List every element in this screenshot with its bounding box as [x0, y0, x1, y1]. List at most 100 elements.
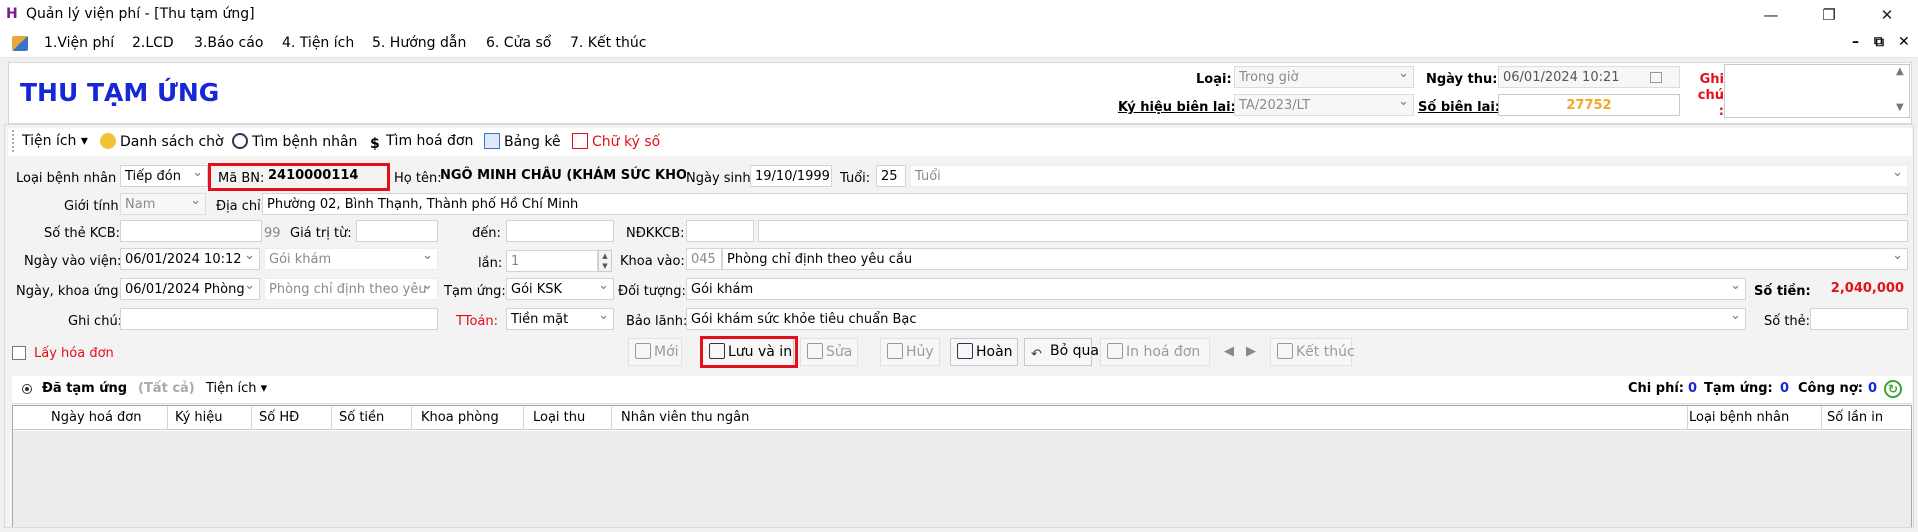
mdi-close-icon[interactable]: ✕ — [1898, 34, 1910, 50]
ghi-chu-input[interactable] — [120, 308, 438, 330]
ket-thuc-button[interactable]: Kết thúc — [1270, 338, 1355, 366]
dia-chi-label: Địa chỉ: — [216, 199, 266, 214]
mdi-restore-icon[interactable]: ⧉ — [1874, 34, 1884, 50]
ttoan-select[interactable]: Tiền mặt — [506, 308, 614, 330]
toolbar-tien-ich-label: Tiện ích — [22, 133, 77, 149]
da-tam-ung-tab[interactable]: Đã tạm ứng — [42, 381, 127, 396]
col-so-hd[interactable]: Số HĐ — [259, 410, 299, 425]
moi-button[interactable]: Mới — [628, 338, 682, 366]
cong-no-label: Công nợ: — [1798, 381, 1863, 396]
col-ngay-hoa-don[interactable]: Ngày hoá đơn — [51, 410, 142, 425]
ngay-sinh-input[interactable]: 19/10/1999 — [750, 165, 832, 187]
khoa-vao-select[interactable]: Phòng chỉ định theo yêu cầu — [722, 248, 1908, 270]
menu-cua-so[interactable]: 6. Cửa sổ — [486, 35, 551, 51]
bo-qua-label: Bỏ qua — [1050, 343, 1099, 359]
grid-tien-ich-label: Tiện ích — [206, 381, 257, 396]
menu-bao-cao[interactable]: 3.Báo cáo — [194, 35, 263, 51]
ma-bn-highlight — [208, 163, 390, 191]
ky-hieu-label: Ký hiệu biên lai: — [1118, 100, 1236, 115]
menu-bar: 1.Viện phí 2.LCD 3.Báo cáo 4. Tiện ích 5… — [0, 30, 1918, 58]
so-the-kcb-input[interactable] — [120, 220, 262, 242]
col-so-tien[interactable]: Số tiền — [339, 410, 384, 425]
col-divider — [167, 406, 168, 430]
khoa-vao-code[interactable]: 045 — [686, 248, 722, 270]
ghi-chu-label: Ghi chú: — [68, 314, 123, 329]
sua-button[interactable]: Sửa — [800, 338, 858, 366]
doi-tuong-label: Đối tượng: — [618, 284, 686, 299]
phong-select[interactable]: Phòng chỉ định theo yêu — [264, 278, 438, 300]
loai-bn-select[interactable]: Tiếp đón — [120, 165, 208, 187]
menu-tien-ich[interactable]: 4. Tiện ích — [282, 35, 354, 51]
close-icon[interactable]: ✕ — [1872, 4, 1902, 26]
bang-ke-button[interactable]: Bảng kê — [484, 133, 561, 150]
edit-icon — [807, 343, 823, 359]
col-so-lan-in[interactable]: Số lần in — [1827, 410, 1883, 425]
maximize-icon[interactable]: ❐ — [1814, 4, 1844, 26]
chu-ky-so-label: Chữ ký số — [592, 134, 661, 150]
col-ky-hieu[interactable]: Ký hiệu — [175, 410, 223, 425]
grid-tien-ich-menu[interactable]: Tiện ích ▾ — [206, 381, 267, 396]
gioi-tinh-select[interactable]: Nam — [120, 193, 206, 215]
lan-input[interactable]: 1 — [506, 250, 598, 272]
tim-benh-nhan-button[interactable]: Tìm bệnh nhân — [232, 133, 357, 150]
goi-kham-select[interactable]: Gói khám — [264, 248, 438, 270]
col-nhan-vien[interactable]: Nhân viên thu ngân — [621, 410, 749, 425]
so-the-input[interactable] — [1810, 308, 1908, 330]
minimize-icon[interactable]: — — [1756, 4, 1786, 26]
app-icon: H — [6, 6, 18, 22]
ngay-sinh-label: Ngày sinh: — [686, 171, 756, 186]
bao-lanh-select[interactable]: Gói khám sức khỏe tiêu chuẩn Bạc — [686, 308, 1746, 330]
tim-hoa-don-button[interactable]: $ Tìm hoá đơn — [370, 133, 473, 152]
menu-ket-thuc[interactable]: 7. Kết thúc — [570, 35, 646, 51]
huy-button[interactable]: Hủy — [880, 338, 940, 366]
refresh-icon[interactable]: ↻ — [1884, 380, 1902, 398]
dia-chi-input[interactable]: Phường 02, Bình Thạnh, Thành phố Hồ Chí … — [262, 193, 1908, 215]
col-divider — [251, 406, 252, 430]
ngay-vao-vien-select[interactable]: 06/01/2024 10:12 — [120, 248, 260, 270]
tuoi-unit-select[interactable]: Tuổi — [910, 165, 1908, 187]
hoan-button[interactable]: Hoàn — [950, 338, 1018, 366]
doi-tuong-select[interactable]: Gói khám — [686, 278, 1746, 300]
ngay-khoa-ung-select[interactable]: 06/01/2024 Phòng — [120, 278, 260, 300]
binoculars-icon — [232, 133, 248, 149]
grid-tab-bar — [12, 376, 1912, 404]
tam-ung-select[interactable]: Gói KSK — [506, 278, 614, 300]
tat-ca-tab[interactable]: (Tất cả) — [138, 381, 195, 396]
chi-phi-value: 0 — [1688, 381, 1698, 396]
prev-icon[interactable]: ◀ — [1224, 344, 1234, 359]
lan-stepper-icon[interactable]: ▲ ▼ — [598, 250, 612, 272]
gia-tri-tu-input[interactable] — [356, 220, 438, 242]
bang-ke-label: Bảng kê — [504, 134, 561, 150]
danh-sach-cho-button[interactable]: Danh sách chờ — [100, 133, 224, 150]
toolbar-tien-ich[interactable]: Tiện ích ▾ — [22, 133, 88, 149]
col-divider — [611, 406, 612, 430]
ndkkcb-code-input[interactable] — [686, 220, 754, 242]
tuoi-input[interactable]: 25 — [876, 165, 906, 187]
danh-sach-cho-label: Danh sách chờ — [120, 134, 224, 150]
lay-hoa-don-checkbox[interactable] — [12, 346, 26, 360]
next-icon[interactable]: ▶ — [1246, 344, 1256, 359]
den-input[interactable] — [506, 220, 614, 242]
ho-ten-input[interactable]: NGÔ MINH CHÂU (KHÁM SỨC KHOẺ) — [436, 165, 686, 187]
ky-hieu-select[interactable]: TA/2023/LT — [1234, 94, 1414, 116]
loai-bn-label: Loại bệnh nhân : — [16, 171, 125, 186]
col-divider — [1687, 406, 1688, 430]
ndkkcb-label: NĐKKCB: — [626, 226, 685, 241]
loai-select[interactable]: Trong giờ — [1234, 66, 1414, 88]
menu-huong-dan[interactable]: 5. Hướng dẫn — [372, 35, 466, 51]
col-khoa-phong[interactable]: Khoa phòng — [421, 410, 499, 425]
calendar-icon[interactable] — [1650, 72, 1662, 83]
ndkkcb-name-input[interactable] — [758, 220, 1908, 242]
menu-vien-phi[interactable]: 1.Viện phí — [44, 35, 114, 51]
menu-lcd[interactable]: 2.LCD — [132, 35, 174, 51]
col-loai-thu[interactable]: Loại thu — [533, 410, 585, 425]
scroll-down-icon[interactable]: ▼ — [1896, 102, 1904, 113]
col-loai-benh-nhan[interactable]: Loại bệnh nhân — [1689, 410, 1789, 425]
mdi-minimize-icon[interactable]: – — [1852, 34, 1859, 50]
chu-ky-so-button[interactable]: Chữ ký số — [572, 133, 660, 150]
in-hoa-don-button[interactable]: In hoá đơn — [1100, 338, 1210, 366]
bo-qua-button[interactable]: ↶ Bỏ qua — [1024, 338, 1099, 366]
ghi-chu-header-input[interactable] — [1724, 64, 1910, 118]
scroll-up-icon[interactable]: ▲ — [1896, 66, 1904, 77]
dollar-icon: $ — [370, 136, 380, 152]
